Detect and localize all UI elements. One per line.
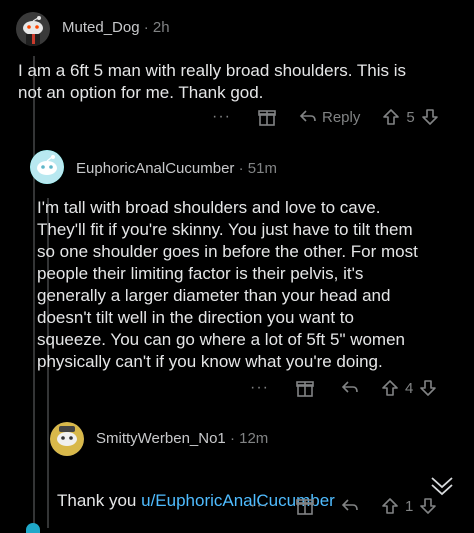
separator: · [229,430,235,447]
award-icon [296,499,314,515]
username[interactable]: Muted_Dog [62,19,140,36]
avatar[interactable] [50,422,84,456]
upvote-icon[interactable] [381,379,399,397]
separator: · [238,160,244,177]
avatar[interactable] [16,12,50,46]
comment-actions: ··· 1 [250,494,437,518]
award-icon [296,381,314,397]
timestamp: 51m [247,160,277,177]
snoo-avatar-icon [30,150,64,184]
reply-icon [341,381,358,393]
reply-button[interactable] [341,497,359,515]
upvote-icon[interactable] [381,497,399,515]
vote-count: 4 [404,379,414,397]
avatar[interactable] [30,150,64,184]
award-button[interactable] [295,496,315,516]
vote-controls: 5 [382,108,438,126]
comment-actions: ··· Reply 5 [212,105,439,129]
username[interactable]: EuphoricAnalCucumber [76,160,234,177]
thread-line-root[interactable] [33,56,35,528]
comment-header: SmittyWerben_No1 · 12m [96,430,268,447]
reply-button[interactable]: Reply [299,108,360,126]
collapse-chevrons-icon [431,477,453,496]
comment-body: I am a 6ft 5 man with really broad shoul… [18,61,407,102]
more-options-button[interactable]: ··· [212,108,231,126]
timestamp: 2h [152,19,170,36]
separator: · [143,19,149,36]
collapse-button[interactable] [428,472,456,500]
reply-icon [341,499,358,511]
more-options-button[interactable]: ··· [250,497,269,515]
award-icon [258,110,276,126]
vote-controls: 4 [381,379,437,397]
more-options-button[interactable]: ··· [250,379,269,397]
award-button[interactable] [257,107,277,127]
comment-actions: ··· 4 [250,376,437,400]
vote-count: 5 [406,108,415,126]
snoo-avatar-icon [50,422,84,456]
timestamp: 12m [239,430,269,447]
snoo-avatar-icon [16,12,50,46]
comment-body: I'm tall with broad shoulders and love t… [37,198,418,371]
username[interactable]: SmittyWerben_No1 [96,430,226,447]
comment-header: Muted_Dog · 2h [62,19,170,36]
reply-icon [299,110,316,122]
reply-button[interactable] [341,379,359,397]
upvote-icon[interactable] [382,108,400,126]
vote-count: 1 [404,497,414,515]
next-comment-avatar[interactable] [26,523,40,533]
reply-label: Reply [321,108,361,126]
comment-header: EuphoricAnalCucumber · 51m [76,160,277,177]
downvote-icon[interactable] [419,379,437,397]
award-button[interactable] [295,378,315,398]
downvote-icon[interactable] [421,108,439,126]
body-text: Thank you [57,491,142,510]
